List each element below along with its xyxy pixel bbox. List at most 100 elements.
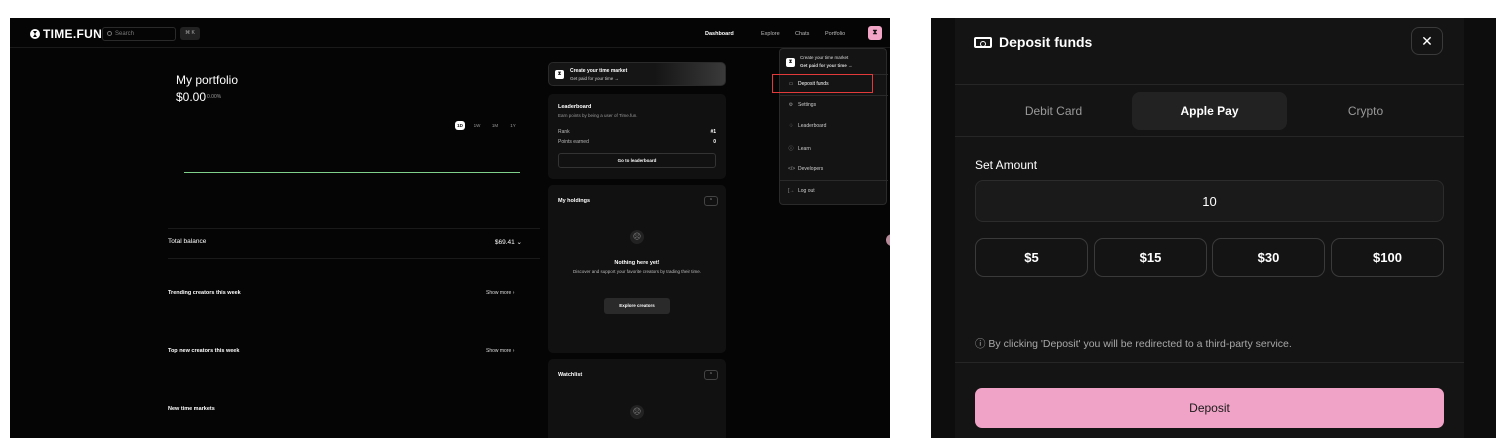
total-balance-amount: $69.41 bbox=[494, 239, 515, 246]
search-placeholder: Search bbox=[115, 31, 135, 37]
deposit-screenshot: Deposit funds ✕ Debit Card Apple Pay Cry… bbox=[931, 18, 1496, 438]
hourglass-icon: ⧗ bbox=[786, 58, 795, 67]
logout-icon: [→ bbox=[788, 188, 795, 194]
show-more-trending[interactable]: Show more › bbox=[486, 290, 514, 296]
tab-crypto[interactable]: Crypto bbox=[1288, 92, 1443, 130]
total-balance-value[interactable]: $69.41 ⌄ bbox=[472, 238, 522, 246]
portfolio-chart-line bbox=[184, 172, 520, 173]
create-market-banner[interactable]: ⧗ Create your time market Get paid for y… bbox=[548, 62, 726, 86]
leaderboard-title: Leaderboard bbox=[558, 104, 592, 110]
holdings-card: My holdings ⌃ ☹ Nothing here yet! Discov… bbox=[548, 185, 726, 353]
chevron-right-icon: › bbox=[512, 348, 515, 354]
deposit-button[interactable]: Deposit bbox=[975, 388, 1444, 428]
divider bbox=[955, 136, 1464, 137]
diamond-icon: ♢ bbox=[788, 123, 794, 129]
portfolio-value: $0.00 bbox=[176, 90, 207, 104]
range-1d[interactable]: 1D bbox=[455, 121, 465, 130]
modal-title: Deposit funds bbox=[999, 34, 1093, 50]
chevron-up-icon: ⌃ bbox=[708, 198, 714, 204]
range-1w[interactable]: 1W bbox=[472, 123, 482, 128]
nav-chats[interactable]: Chats bbox=[795, 31, 809, 37]
collapse-holdings-button[interactable]: ⌃ bbox=[704, 196, 718, 206]
portfolio-change: 0.00% bbox=[207, 94, 222, 100]
menu-item-settings[interactable]: ⚙ Settings bbox=[788, 102, 816, 108]
new-time-markets-label: New time markets bbox=[168, 406, 215, 412]
holdings-title: My holdings bbox=[558, 198, 591, 204]
nav-portfolio[interactable]: Portfolio bbox=[825, 31, 845, 37]
promo-title: Create your time market bbox=[570, 68, 628, 74]
tab-debit-card[interactable]: Debit Card bbox=[976, 92, 1131, 130]
promo-subtitle: Get paid for your time → bbox=[570, 76, 620, 81]
menu-item-label: Developers bbox=[798, 166, 824, 172]
set-amount-label: Set Amount bbox=[975, 158, 1038, 172]
dashboard-screenshot: TIME.FUN Search ⌘ K Dashboard Explore Ch… bbox=[10, 18, 890, 438]
divider bbox=[168, 228, 540, 229]
cash-icon bbox=[974, 37, 992, 48]
profile-dropdown-menu: ⧗ Create your time market Get paid for y… bbox=[779, 48, 888, 205]
divider bbox=[780, 95, 888, 96]
top-new-creators-label: Top new creators this week bbox=[168, 348, 240, 354]
go-to-leaderboard-button[interactable]: Go to leaderboard bbox=[558, 153, 716, 168]
redirect-disclaimer: ⓘ By clicking 'Deposit' you will be redi… bbox=[975, 338, 1292, 350]
preset-15-button[interactable]: $15 bbox=[1094, 238, 1207, 277]
search-input[interactable]: Search bbox=[102, 27, 176, 41]
sad-face-icon: ☹ bbox=[630, 405, 644, 419]
chevron-right-icon: › bbox=[512, 290, 515, 296]
points-value: 0 bbox=[713, 139, 716, 145]
divider bbox=[780, 180, 888, 181]
menu-item-label: Leaderboard bbox=[798, 123, 827, 129]
divider bbox=[955, 84, 1464, 85]
info-icon: ⓘ bbox=[788, 146, 794, 152]
show-more-top-new[interactable]: Show more › bbox=[486, 348, 514, 354]
divider bbox=[168, 258, 540, 259]
nav-explore[interactable]: Explore bbox=[761, 31, 780, 37]
show-more-text: Show more bbox=[486, 348, 512, 354]
range-1m[interactable]: 1M bbox=[490, 123, 500, 128]
holdings-empty-text: Discover and support your favorite creat… bbox=[572, 269, 702, 274]
rank-value: #1 bbox=[710, 129, 716, 135]
chevron-up-icon: ⌃ bbox=[708, 372, 714, 378]
chevron-down-icon: ⌄ bbox=[516, 239, 522, 246]
watchlist-card: Watchlist ⌃ ☹ bbox=[548, 359, 726, 438]
sad-face-icon: ☹ bbox=[630, 230, 644, 244]
trending-creators-label: Trending creators this week bbox=[168, 290, 241, 296]
gear-icon: ⚙ bbox=[788, 102, 794, 108]
leaderboard-subtitle: Earn points by being a user of Time.fun. bbox=[558, 113, 638, 118]
logo-text: TIME.FUN bbox=[43, 27, 103, 41]
close-button[interactable]: ✕ bbox=[1411, 27, 1443, 55]
menu-item-leaderboard[interactable]: ♢ Leaderboard bbox=[788, 123, 827, 129]
holdings-empty-title: Nothing here yet! bbox=[614, 260, 660, 266]
code-icon: </> bbox=[788, 166, 796, 172]
preset-100-button[interactable]: $100 bbox=[1331, 238, 1444, 277]
show-more-text: Show more bbox=[486, 290, 512, 296]
hourglass-icon: ⧗ bbox=[555, 70, 564, 79]
menu-item-developers[interactable]: </> Developers bbox=[788, 166, 823, 172]
range-1y[interactable]: 1Y bbox=[508, 123, 518, 128]
menu-item-label: Log out bbox=[798, 188, 815, 194]
app-logo[interactable]: TIME.FUN bbox=[30, 27, 102, 41]
side-tab[interactable] bbox=[886, 234, 890, 246]
preset-5-button[interactable]: $5 bbox=[975, 238, 1088, 277]
leaderboard-card: Leaderboard Earn points by being a user … bbox=[548, 94, 726, 179]
search-shortcut-badge: ⌘ K bbox=[180, 27, 200, 40]
hourglass-icon bbox=[30, 29, 40, 39]
deposit-modal: Deposit funds ✕ Debit Card Apple Pay Cry… bbox=[955, 18, 1464, 438]
preset-30-button[interactable]: $30 bbox=[1212, 238, 1325, 277]
collapse-watchlist-button[interactable]: ⌃ bbox=[704, 370, 718, 380]
nav-dashboard[interactable]: Dashboard bbox=[705, 31, 734, 37]
dropdown-promo-title[interactable]: Create your time market bbox=[800, 55, 848, 60]
menu-item-learn[interactable]: ⓘ Learn bbox=[788, 145, 811, 153]
divider bbox=[955, 362, 1464, 363]
total-balance-label: Total balance bbox=[168, 238, 207, 245]
dropdown-promo-subtitle: Get paid for your time → bbox=[800, 63, 853, 68]
tab-apple-pay[interactable]: Apple Pay bbox=[1132, 92, 1287, 130]
explore-creators-button[interactable]: Explore creators bbox=[604, 298, 670, 314]
amount-input[interactable] bbox=[975, 180, 1444, 222]
menu-item-label: Learn bbox=[798, 145, 811, 152]
top-nav-bar: TIME.FUN Search ⌘ K Dashboard Explore Ch… bbox=[10, 18, 890, 48]
rank-label: Rank bbox=[558, 129, 570, 135]
menu-item-log-out[interactable]: [→ Log out bbox=[788, 188, 815, 194]
profile-menu-button[interactable]: ⧗ bbox=[868, 26, 882, 40]
watchlist-title: Watchlist bbox=[558, 372, 583, 378]
search-icon bbox=[107, 31, 112, 36]
